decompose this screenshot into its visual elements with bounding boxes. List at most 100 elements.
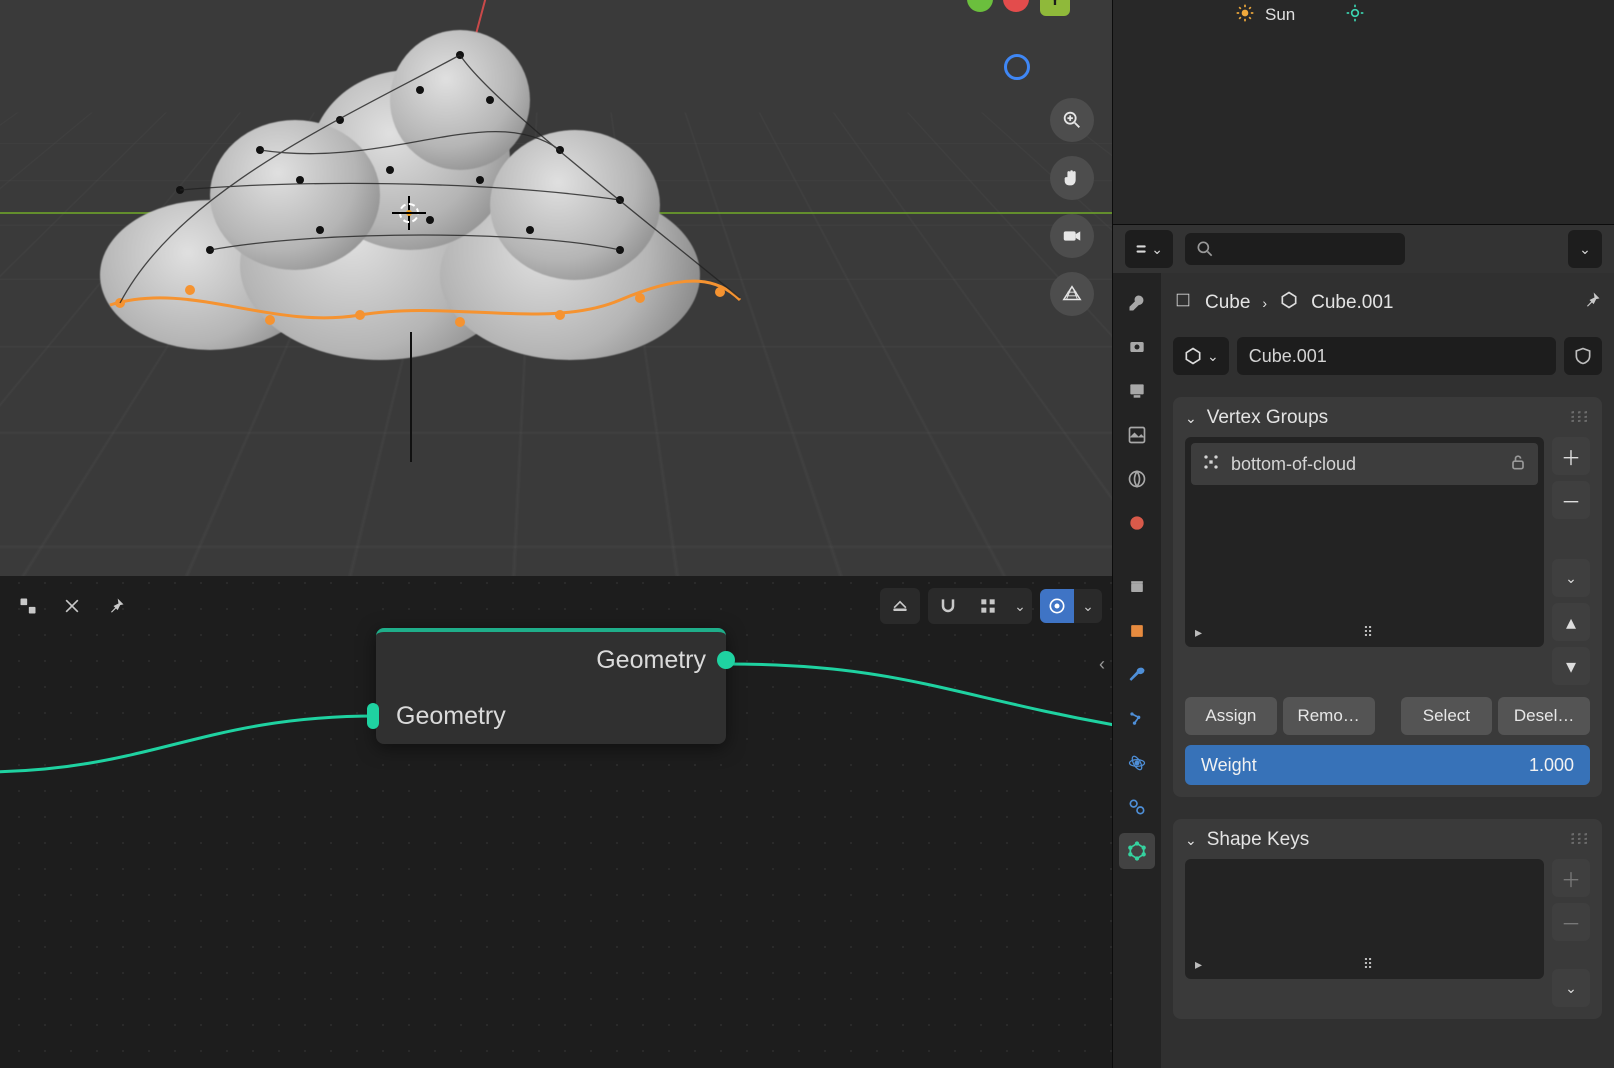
input-socket-label: Geometry [396, 702, 506, 731]
shape-key-menu-icon[interactable]: ⌄ [1552, 969, 1590, 1007]
tab-output-icon[interactable] [1119, 373, 1155, 409]
geometry-node[interactable]: Geometry Geometry [376, 628, 726, 744]
ground-stick [410, 332, 412, 462]
snap-dropdown-icon[interactable]: ⌄ [1008, 588, 1032, 624]
outliner-item-label: Sun [1265, 5, 1295, 25]
y-axis-line [0, 212, 1112, 214]
shape-keys-header[interactable]: ⌄ Shape Keys ፧፧፧ [1185, 829, 1590, 859]
tab-constraints-icon[interactable] [1119, 789, 1155, 825]
outliner-item-sun[interactable]: Sun [1235, 0, 1365, 30]
overlay-toggle-icon[interactable] [1040, 589, 1074, 623]
assign-button[interactable]: Assign [1185, 697, 1277, 735]
vertex-groups-list[interactable]: bottom-of-cloud ▸ ⠿ [1185, 437, 1544, 647]
object-icon [1173, 290, 1193, 316]
outliner[interactable]: Sun [1112, 0, 1614, 224]
gizmo-y-icon[interactable] [967, 0, 993, 12]
tab-render-icon[interactable] [1119, 329, 1155, 365]
breadcrumb-data-label[interactable]: Cube.001 [1311, 292, 1393, 314]
move-down-icon[interactable]: ▾ [1552, 647, 1590, 685]
remove-shape-key-icon[interactable]: － [1552, 903, 1590, 941]
perspective-grid-icon[interactable] [1050, 272, 1094, 316]
tab-modifiers-icon[interactable] [1119, 657, 1155, 693]
3d-viewport[interactable]: Y [0, 0, 1112, 576]
weight-field[interactable]: Weight 1.000 [1185, 745, 1590, 785]
breadcrumb: Cube › Cube.001 [1173, 283, 1602, 323]
mesh-data-icon [1279, 290, 1299, 316]
properties-body: Cube › Cube.001 ⌄ Cube.001 ⌄ Ver [1161, 273, 1614, 1068]
shape-keys-list[interactable]: ▸ ⠿ [1185, 859, 1544, 979]
node-editor-header: ⌄ ⌄ [0, 586, 1112, 626]
breadcrumb-object-label[interactable]: Cube [1205, 292, 1250, 314]
drag-handle-icon[interactable]: ፧፧፧ [1571, 829, 1590, 851]
tab-viewlayer-icon[interactable] [1119, 417, 1155, 453]
add-shape-key-icon[interactable]: ＋ [1552, 859, 1590, 897]
panel-title: Shape Keys [1207, 829, 1309, 851]
vertex-group-name: bottom-of-cloud [1231, 454, 1356, 475]
weight-label: Weight [1201, 755, 1257, 776]
pan-hand-icon[interactable] [1050, 156, 1094, 200]
tab-tool-icon[interactable] [1119, 285, 1155, 321]
close-region-icon[interactable] [54, 588, 90, 624]
drag-grip-icon[interactable]: ⠿ [1363, 624, 1373, 641]
mesh-name-text: Cube.001 [1249, 346, 1327, 367]
panel-title: Vertex Groups [1207, 407, 1328, 429]
snap-mode-icon[interactable] [968, 588, 1008, 624]
vertex-groups-panel: ⌄ Vertex Groups ፧፧፧ bottom-of-cloud [1173, 397, 1602, 797]
mesh-name-field[interactable]: Cube.001 [1237, 337, 1556, 375]
add-vertex-group-icon[interactable]: ＋ [1552, 437, 1590, 475]
mesh-datablock-dropdown[interactable]: ⌄ [1173, 337, 1229, 375]
options-dropdown-icon[interactable]: ⌄ [1568, 230, 1602, 268]
drag-grip-icon[interactable]: ⠿ [1363, 956, 1373, 973]
breadcrumb-separator-icon: › [1262, 295, 1267, 311]
pin-icon[interactable] [98, 588, 134, 624]
gizmo-x-icon[interactable] [1003, 0, 1029, 12]
properties-search-input[interactable] [1185, 233, 1405, 265]
remove-vertex-group-icon[interactable]: － [1552, 481, 1590, 519]
input-socket[interactable] [367, 703, 379, 729]
shape-keys-panel: ⌄ Shape Keys ፧፧፧ ▸ ⠿ ＋ － ⌄ [1173, 819, 1602, 1019]
reveal-sidebar-icon[interactable]: ‹ [1099, 654, 1113, 675]
select-button[interactable]: Select [1401, 697, 1493, 735]
remove-button[interactable]: Remo… [1283, 697, 1375, 735]
pin-icon[interactable] [1582, 290, 1602, 316]
tab-world-icon[interactable] [1119, 505, 1155, 541]
editor-type-dropdown[interactable]: ⌄ [1125, 230, 1173, 268]
datablock-row: ⌄ Cube.001 [1173, 337, 1602, 375]
snap-toggle-icon[interactable] [928, 588, 968, 624]
tab-physics-icon[interactable] [1119, 745, 1155, 781]
output-socket-label: Geometry [596, 646, 706, 675]
tab-scene-icon[interactable] [1119, 461, 1155, 497]
weight-value: 1.000 [1529, 755, 1574, 776]
expand-list-icon[interactable]: ▸ [1195, 956, 1202, 973]
overlay-dropdown-icon[interactable]: ⌄ [1074, 589, 1102, 623]
vertex-group-icon [1201, 452, 1221, 477]
gizmo-z-icon[interactable] [1004, 54, 1030, 80]
properties-tab-column [1113, 273, 1161, 1068]
tab-particles-icon[interactable] [1119, 701, 1155, 737]
tab-object-icon[interactable] [1119, 613, 1155, 649]
disclosure-icon[interactable]: ⌄ [1185, 410, 1197, 427]
gizmo-y-label-icon[interactable]: Y [1040, 0, 1070, 16]
viewport-grid [0, 112, 1112, 576]
node-parent-button[interactable] [880, 588, 920, 624]
deselect-button[interactable]: Desel… [1498, 697, 1590, 735]
editor-type-icon[interactable] [10, 588, 46, 624]
properties-header: ⌄ ⌄ [1113, 225, 1614, 273]
move-up-icon[interactable]: ▴ [1552, 603, 1590, 641]
tab-collection-icon[interactable] [1119, 569, 1155, 605]
node-editor[interactable]: ⌄ ⌄ Geometry Geometry [0, 576, 1112, 1068]
zoom-icon[interactable] [1050, 98, 1094, 142]
vertex-group-item[interactable]: bottom-of-cloud [1191, 443, 1538, 485]
light-data-icon[interactable] [1345, 3, 1365, 28]
tab-mesh-data-icon[interactable] [1119, 833, 1155, 869]
vertex-group-menu-icon[interactable]: ⌄ [1552, 559, 1590, 597]
disclosure-icon[interactable]: ⌄ [1185, 832, 1197, 849]
light-icon [1235, 3, 1255, 28]
camera-view-icon[interactable] [1050, 214, 1094, 258]
vertex-groups-header[interactable]: ⌄ Vertex Groups ፧፧፧ [1185, 407, 1590, 437]
fake-user-shield-icon[interactable] [1564, 337, 1602, 375]
lock-icon[interactable] [1508, 452, 1528, 477]
output-socket[interactable] [717, 651, 735, 669]
drag-handle-icon[interactable]: ፧፧፧ [1571, 407, 1590, 429]
expand-list-icon[interactable]: ▸ [1195, 624, 1202, 641]
